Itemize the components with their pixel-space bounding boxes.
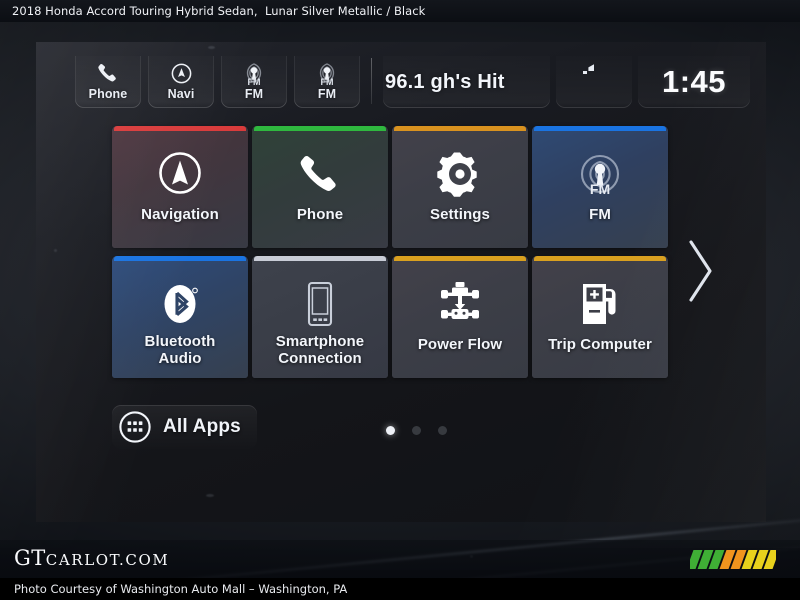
statusbar-button-label: Phone	[88, 87, 128, 101]
chevron-right-icon[interactable]	[684, 238, 718, 309]
signal-strength-icon	[582, 62, 600, 80]
status-bar: Phone Navi FM FM FM FM 96.1 gh's Hit 1:4…	[36, 56, 766, 108]
tile-accent-bar	[114, 126, 246, 131]
tile-accent-bar	[534, 256, 666, 261]
bluetooth-icon	[155, 278, 205, 330]
tile-label: Trip Computer	[548, 336, 652, 353]
tile-accent-bar	[534, 126, 666, 131]
statusbar-button-label: FM	[317, 87, 337, 101]
site-logo-suffix: CARLOT.COM	[45, 551, 170, 569]
fm-radio-icon-wrap: FM	[574, 148, 626, 200]
tile-label: FM	[589, 206, 611, 223]
navigation-compass-icon	[154, 148, 206, 200]
navigation-compass-icon	[170, 60, 193, 86]
powertrain-icon	[433, 278, 487, 330]
fm-radio-icon: FM	[240, 60, 268, 87]
tile-bluetooth-audio[interactable]: Bluetooth Audio	[112, 256, 248, 378]
caption-bar-bottom: Photo Courtesy of Washington Auto Mall –…	[0, 578, 800, 600]
dust-speck	[54, 249, 57, 252]
fm-icon-text: FM	[247, 77, 261, 87]
fm-radio-icon-wrap: FM	[240, 60, 268, 87]
fm-radio-icon: FM	[574, 149, 626, 199]
statusbar-button-phone[interactable]: Phone	[75, 56, 141, 108]
tile-smartphone-connection[interactable]: Smartphone Connection	[252, 256, 388, 378]
tile-accent-bar	[394, 126, 526, 131]
statusbar-button-label: FM	[244, 87, 264, 101]
tile-accent-bar	[254, 256, 386, 261]
statusbar-button-fm-2[interactable]: FM FM	[294, 56, 360, 108]
now-playing-button[interactable]: 96.1 gh's Hit	[383, 56, 550, 108]
statusbar-button-label: Navi	[167, 87, 195, 101]
page-indicator[interactable]	[386, 426, 447, 435]
tile-fm[interactable]: FM FM	[532, 126, 668, 248]
tile-label: Settings	[430, 206, 490, 223]
home-tile-grid: Navigation Phone Settings FM FM Bluetoot…	[112, 126, 668, 378]
tile-accent-bar	[114, 256, 246, 261]
statusbar-button-navi[interactable]: Navi	[148, 56, 214, 108]
tile-label: Power Flow	[417, 336, 503, 353]
fm-radio-icon-wrap: FM	[313, 60, 341, 87]
tile-label: Phone	[296, 206, 344, 223]
tile-label: Navigation	[141, 206, 219, 223]
all-apps-button[interactable]: All Apps	[112, 405, 257, 449]
smartphone-icon	[299, 278, 341, 330]
gear-icon	[436, 148, 484, 200]
phone-handset-icon	[296, 148, 344, 200]
photo-credit: Photo Courtesy of Washington Auto Mall –…	[14, 582, 348, 596]
tile-phone[interactable]: Phone	[252, 126, 388, 248]
tile-label: Bluetooth Audio	[144, 333, 216, 367]
tile-power-flow[interactable]: Power Flow	[392, 256, 528, 378]
tile-accent-bar	[254, 126, 386, 131]
tile-settings[interactable]: Settings	[392, 126, 528, 248]
watermark-band: GTCARLOT.COM	[0, 540, 800, 578]
fm-radio-icon: FM	[313, 60, 341, 87]
tile-accent-bar	[394, 256, 526, 261]
logo-stripes	[690, 550, 776, 569]
clock-area: 1:45	[638, 56, 750, 108]
site-logo-prefix: GT	[14, 546, 46, 570]
photograph: Phone Navi FM FM FM FM 96.1 gh's Hit 1:4…	[0, 0, 800, 600]
page-dot-1[interactable]	[386, 426, 395, 435]
statusbar-divider	[371, 58, 372, 104]
infotainment-screen[interactable]: Phone Navi FM FM FM FM 96.1 gh's Hit 1:4…	[36, 42, 766, 522]
statusbar-button-fm-1[interactable]: FM FM	[221, 56, 287, 108]
all-apps-label: All Apps	[163, 416, 241, 437]
signal-indicator-area	[556, 56, 632, 108]
page-dot-2[interactable]	[412, 426, 421, 435]
now-playing-text: 96.1 gh's Hit	[385, 70, 505, 93]
caption-bar-top: 2018 Honda Accord Touring Hybrid Sedan, …	[0, 0, 800, 22]
fm-icon-text: FM	[320, 77, 334, 87]
vehicle-title: 2018 Honda Accord Touring Hybrid Sedan, …	[12, 4, 426, 18]
tile-trip-computer[interactable]: Trip Computer	[532, 256, 668, 378]
app-grid-icon	[118, 410, 152, 444]
tile-label: Smartphone Connection	[275, 333, 365, 367]
fm-icon-text: FM	[589, 181, 611, 197]
phone-handset-icon	[96, 60, 120, 86]
fuel-pump-icon	[574, 278, 626, 330]
page-dot-3[interactable]	[438, 426, 447, 435]
clock-text: 1:45	[661, 64, 727, 99]
dust-speck	[208, 46, 215, 49]
dust-speck	[206, 494, 214, 497]
tile-navigation[interactable]: Navigation	[112, 126, 248, 248]
site-logo: GTCARLOT.COM	[14, 546, 169, 570]
